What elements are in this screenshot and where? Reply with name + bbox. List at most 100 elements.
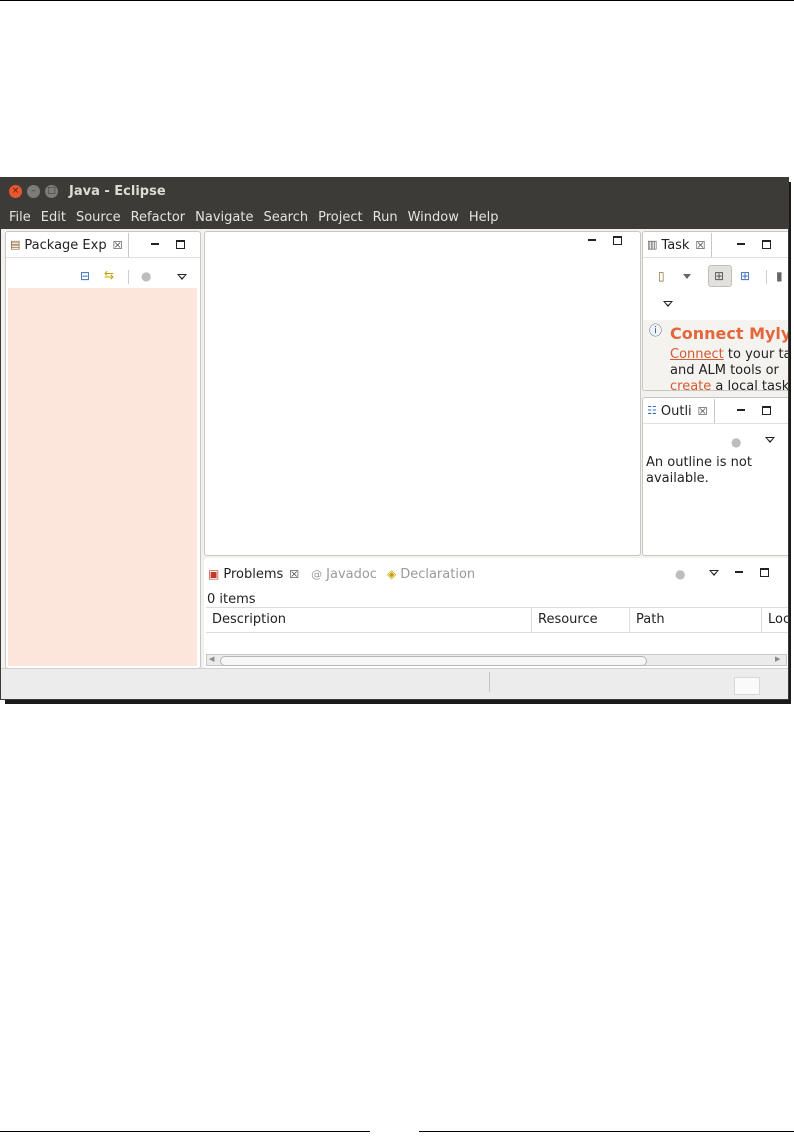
create-task-link[interactable]: create bbox=[670, 379, 711, 390]
maximize-editor-button[interactable] bbox=[613, 236, 622, 245]
connect-link[interactable]: Connect bbox=[670, 347, 724, 362]
page-top-rule bbox=[0, 0, 794, 1]
menu-search[interactable]: Search bbox=[263, 210, 308, 225]
menu-refactor[interactable]: Refactor bbox=[131, 210, 186, 225]
maximize-view-button[interactable] bbox=[762, 406, 771, 415]
maximize-icon: □ bbox=[47, 186, 56, 196]
minimize-view-button[interactable] bbox=[151, 243, 159, 245]
declaration-icon: ◈ bbox=[386, 567, 397, 581]
tab-declaration[interactable]: ◈ Declaration bbox=[383, 562, 479, 586]
menu-bar: File Edit Source Refactor Navigate Searc… bbox=[1, 205, 788, 229]
column-resource[interactable]: Resource bbox=[532, 608, 630, 632]
problems-item-count: 0 items bbox=[207, 592, 256, 607]
column-path[interactable]: Path bbox=[630, 608, 762, 632]
scheduled-icon[interactable]: ⊞ bbox=[740, 269, 750, 283]
view-menu-icon[interactable] bbox=[765, 437, 775, 443]
menu-navigate[interactable]: Navigate bbox=[195, 210, 253, 225]
close-tab-icon[interactable]: ☒ bbox=[113, 239, 123, 252]
horizontal-scrollbar[interactable]: ◀ ▶ bbox=[206, 654, 787, 666]
mylyn-line-1: Connect to your ta bbox=[670, 347, 789, 362]
tab-problems-label: Problems bbox=[223, 566, 284, 582]
outline-message: An outline is not available. bbox=[646, 455, 752, 486]
mylyn-line-3: create a local task bbox=[670, 379, 789, 391]
minimize-editor-button[interactable] bbox=[588, 239, 596, 241]
tab-declaration-label: Declaration bbox=[400, 566, 476, 582]
categorized-icon: ⊞ bbox=[714, 269, 725, 283]
close-tab-icon[interactable]: ☒ bbox=[289, 568, 299, 581]
minimize-view-button[interactable] bbox=[737, 243, 745, 245]
problems-table-header: Description Resource Path Loc bbox=[206, 607, 788, 633]
problems-tab-strip: ▣ Problems ☒ @ Javadoc ◈ Declaration bbox=[204, 562, 479, 586]
package-explorer-tree[interactable] bbox=[8, 288, 197, 666]
menu-project[interactable]: Project bbox=[318, 210, 362, 225]
tab-package-explorer[interactable]: ▤ Package Exp ☒ bbox=[6, 233, 130, 257]
tab-divider bbox=[643, 257, 788, 258]
problems-icon: ▣ bbox=[208, 567, 220, 581]
minimize-window-button[interactable]: – bbox=[27, 185, 40, 198]
outline-icon: ☷ bbox=[647, 404, 657, 417]
view-menu-icon[interactable] bbox=[709, 570, 719, 576]
menu-help[interactable]: Help bbox=[469, 210, 499, 225]
link-with-editor-icon[interactable]: ⇆ bbox=[104, 268, 114, 282]
tab-task-list-label: Task bbox=[661, 237, 690, 253]
focus-icon[interactable]: ● bbox=[141, 269, 151, 283]
status-bar bbox=[1, 668, 788, 699]
maximize-window-button[interactable]: □ bbox=[45, 185, 58, 198]
tab-task-list[interactable]: ▥ Task ☒ bbox=[643, 233, 713, 257]
view-menu-icon[interactable] bbox=[663, 301, 673, 307]
close-tab-icon[interactable]: ☒ bbox=[695, 239, 705, 252]
column-location[interactable]: Loc bbox=[762, 608, 788, 632]
page-bottom-rule-left bbox=[0, 1131, 370, 1132]
outline-panel: ☷ Outli ☒ ● An outline is not available. bbox=[642, 397, 788, 556]
tab-javadoc[interactable]: @ Javadoc bbox=[305, 562, 383, 586]
toolbar-separator bbox=[766, 270, 767, 284]
tab-outline-label: Outli bbox=[660, 403, 692, 419]
task-list-panel: ▥ Task ☒ ▯ ⊞ ⊞ ▮ ⓘ Connect Mylyn Connect… bbox=[642, 231, 789, 391]
status-divider bbox=[489, 672, 490, 692]
minimize-icon: – bbox=[31, 186, 36, 196]
editor-area[interactable] bbox=[204, 231, 641, 556]
tab-problems[interactable]: ▣ Problems ☒ bbox=[204, 562, 306, 586]
heap-status-indicator[interactable] bbox=[734, 677, 760, 695]
focus-icon[interactable]: ● bbox=[675, 567, 685, 581]
column-description[interactable]: Description bbox=[206, 608, 532, 632]
menu-window[interactable]: Window bbox=[408, 210, 459, 225]
scroll-left-icon[interactable]: ◀ bbox=[209, 655, 214, 663]
close-tab-icon[interactable]: ☒ bbox=[698, 405, 708, 418]
window-title: Java - Eclipse bbox=[69, 184, 166, 199]
collapse-all-icon[interactable]: ⊟ bbox=[80, 269, 90, 283]
menu-run[interactable]: Run bbox=[373, 210, 398, 225]
maximize-view-button[interactable] bbox=[762, 240, 771, 249]
minimize-view-button[interactable] bbox=[735, 571, 743, 573]
close-window-button[interactable]: × bbox=[9, 185, 22, 198]
eclipse-window: × – □ Java - Eclipse File Edit Source Re… bbox=[0, 177, 789, 700]
new-task-icon[interactable]: ▯ bbox=[658, 269, 665, 283]
minimize-view-button[interactable] bbox=[737, 409, 745, 411]
filter-icon[interactable]: ▮ bbox=[776, 269, 783, 283]
package-explorer-icon: ▤ bbox=[10, 238, 21, 251]
menu-file[interactable]: File bbox=[9, 210, 31, 225]
maximize-view-button[interactable] bbox=[760, 568, 769, 577]
new-task-dropdown-icon[interactable] bbox=[683, 274, 691, 279]
tab-outline[interactable]: ☷ Outli ☒ bbox=[643, 399, 715, 423]
toolbar-separator bbox=[128, 270, 129, 284]
tab-divider bbox=[643, 423, 788, 424]
menu-source[interactable]: Source bbox=[76, 210, 121, 225]
mylyn-line-1-text: to your ta bbox=[723, 347, 789, 362]
javadoc-icon: @ bbox=[311, 567, 323, 581]
task-list-icon: ▥ bbox=[647, 238, 658, 251]
close-icon: × bbox=[11, 186, 20, 196]
mylyn-line-2: and ALM tools or bbox=[670, 363, 779, 378]
categorized-toggle-button[interactable]: ⊞ bbox=[708, 265, 732, 287]
info-icon: ⓘ bbox=[649, 324, 663, 339]
scrollbar-thumb[interactable] bbox=[220, 656, 647, 666]
mylyn-line-3-text: a local task bbox=[711, 379, 789, 391]
tab-package-explorer-label: Package Exp bbox=[24, 237, 107, 253]
scroll-right-icon[interactable]: ▶ bbox=[775, 655, 780, 663]
focus-icon[interactable]: ● bbox=[731, 435, 741, 449]
page-bottom-rule-right bbox=[419, 1131, 794, 1132]
tab-javadoc-label: Javadoc bbox=[326, 566, 377, 582]
maximize-view-button[interactable] bbox=[176, 240, 185, 249]
view-menu-icon[interactable] bbox=[177, 274, 187, 280]
menu-edit[interactable]: Edit bbox=[41, 210, 66, 225]
